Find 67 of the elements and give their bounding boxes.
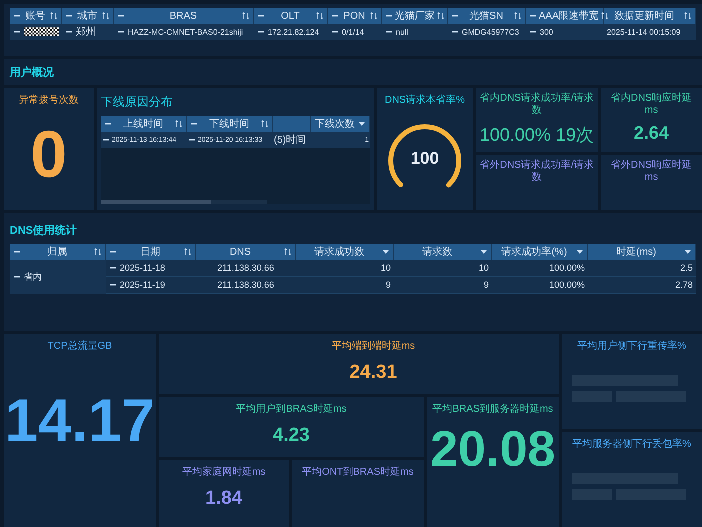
column-header: PON (342, 10, 366, 22)
card-title: 下线原因分布 (101, 94, 174, 111)
metric-label: 省内DNS响应时延ms (610, 93, 694, 117)
column-header: 数据更新时间 (614, 10, 676, 23)
metric-label: TCP总流量GB (48, 340, 112, 353)
table-cell: 9 (386, 280, 391, 290)
column-header: 请求成功数 (314, 246, 366, 259)
metric-value: 0 (30, 121, 68, 187)
metric-label: 省外DNS请求成功率/请求数 (480, 160, 594, 184)
metric-value: 1.84 (206, 489, 242, 508)
table-cell-text: (5)时间 (274, 134, 306, 147)
column-header: 日期 (140, 246, 162, 259)
table-cell: HAZZ-MC-CMNET-BAS0-21shiji (128, 28, 244, 36)
column-header: OLT (280, 10, 301, 22)
metric-value: 14.17 (4, 391, 156, 451)
metric-label: 省内DNS请求成功率/请求数 (480, 93, 594, 117)
table-cell: 省内 (24, 270, 42, 284)
column-header: 归属 (46, 246, 68, 259)
section-title: DNS使用统计 (10, 224, 78, 238)
table-cell: 100.00% (549, 263, 585, 273)
column-header: 请求成功率(%) (500, 246, 568, 259)
section-title: 用户概况 (10, 66, 54, 80)
table-cell: 172.21.82.124 (268, 28, 320, 36)
column-header: 下线次数 (314, 118, 356, 131)
metric-label: 平均ONT到BRAS时延ms (302, 466, 414, 479)
metric-value: 24.31 (350, 363, 398, 382)
table-cell: 10 (380, 263, 391, 273)
metric-label: 平均用户侧下行重传率% (576, 340, 688, 353)
metric-value: 4.23 (273, 426, 310, 445)
gauge-value: 100 (410, 149, 440, 169)
table-cell: 2.78 (675, 280, 693, 290)
table-cell: null (396, 28, 408, 36)
table-cell: 211.138.30.66 (218, 263, 274, 273)
column-header: 时延(ms) (616, 246, 658, 259)
table-cell: 10 (478, 263, 489, 273)
column-header: 城市 (76, 10, 98, 23)
metric-label: 异常拨号次数 (19, 94, 79, 107)
metric-value: 100.00% 19次 (480, 124, 594, 147)
column-header: 光猫厂家 (395, 10, 435, 23)
metric-value: 2.64 (634, 123, 670, 144)
table-cell: 0/1/14 (342, 28, 364, 36)
metric-label: DNS请求本省率% (384, 94, 465, 107)
column-header: 账号 (24, 10, 46, 23)
table-cell: GMDG45977C3 (462, 28, 520, 36)
column-header: AAA限速带宽 (539, 10, 600, 23)
column-header: 上线时间 (122, 118, 164, 131)
table-cell: 2025-11-19 (120, 280, 166, 290)
column-header: 光猫SN (468, 10, 504, 23)
table-cell: 2025-11-14 00:15:09 (607, 28, 681, 36)
table-cell: 2.5 (680, 263, 693, 273)
metric-value: 20.08 (430, 424, 556, 474)
table-cell-text: 郑州 (76, 26, 96, 39)
metric-label: 平均服务器侧下行丢包率% (572, 438, 692, 451)
metric-label: 平均端到端时延ms (332, 340, 416, 353)
table-cell: 9 (484, 280, 489, 290)
column-header: 请求数 (422, 246, 454, 259)
column-header: 下线时间 (208, 118, 250, 131)
metric-label: 平均用户到BRAS时延ms (236, 402, 347, 416)
table-cell: 211.138.30.66 (218, 280, 274, 290)
table-cell: 2025-11-18 (120, 263, 166, 273)
table-cell: 100.00% (549, 280, 585, 290)
table-cell: 300 (540, 28, 554, 36)
metric-label: 平均BRAS到服务器时延ms (432, 402, 554, 416)
metric-label: 平均家庭网时延ms (182, 466, 266, 479)
metric-label: 省外DNS响应时延ms (610, 160, 694, 184)
column-header: BRAS (168, 10, 198, 22)
column-header: DNS (228, 246, 252, 258)
